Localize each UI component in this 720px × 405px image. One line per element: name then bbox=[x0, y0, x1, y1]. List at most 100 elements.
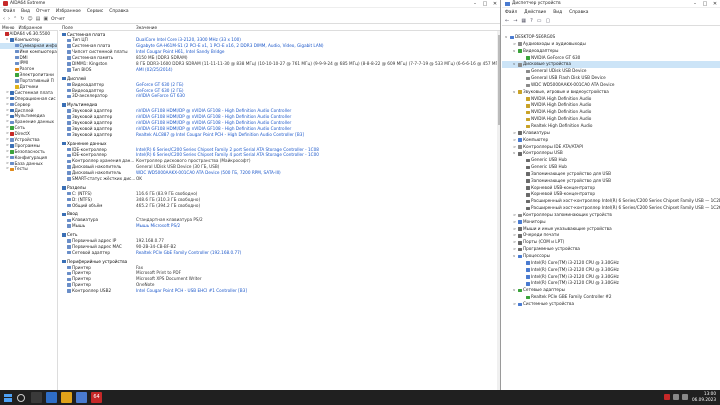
expand-chevron-icon[interactable]: v bbox=[513, 253, 515, 260]
devmgr-titlebar[interactable]: Диспетчер устройств – □ ✕ bbox=[502, 0, 720, 8]
field-value[interactable]: Intel Cougar Point PCH - USB EHCI #1 Con… bbox=[136, 288, 247, 294]
scan-icon[interactable]: ▭ bbox=[537, 18, 542, 24]
device-tree-item[interactable]: Intel(R) Core(TM) i3-2120 CPU @ 3.30GHz bbox=[502, 280, 720, 287]
devmgr-maximize-button[interactable]: □ bbox=[700, 0, 710, 8]
expand-chevron-icon[interactable]: > bbox=[513, 246, 516, 253]
devmgr-menu-help[interactable]: Справка bbox=[569, 10, 588, 15]
expand-chevron-icon[interactable]: v bbox=[513, 150, 515, 157]
expand-chevron-icon[interactable]: v bbox=[505, 34, 507, 41]
task-view-icon[interactable] bbox=[31, 392, 42, 403]
device-tree-item[interactable]: NVIDIA High Definition Audio bbox=[502, 96, 720, 103]
device-tree-item[interactable]: > Системные устройства bbox=[502, 301, 720, 308]
devmgr-minimize-button[interactable]: – bbox=[690, 0, 700, 8]
tray-aida-icon[interactable] bbox=[664, 394, 670, 400]
expand-chevron-icon[interactable]: > bbox=[513, 130, 516, 137]
user-icon[interactable]: ☺ bbox=[27, 15, 32, 24]
device-tree-item[interactable]: > Мыши и иные указывающие устройства bbox=[502, 226, 720, 233]
table-row[interactable]: Звуковой адаптер Realtek ALC887 @ Intel C… bbox=[59, 132, 500, 138]
device-tree-item[interactable]: Intel(R) Core(TM) i3-2120 CPU @ 3.30GHz bbox=[502, 267, 720, 274]
up-icon[interactable]: ⌃ bbox=[13, 15, 17, 24]
device-tree-item[interactable]: v Видеоадаптеры bbox=[502, 48, 720, 55]
device-tree-item[interactable]: v Контроллеры USB bbox=[502, 150, 720, 157]
report-icon[interactable]: ▣ bbox=[43, 15, 48, 24]
refresh-icon[interactable]: ↻ bbox=[20, 15, 24, 24]
back-icon[interactable]: ‹ bbox=[3, 15, 5, 24]
devmgr-menu-action[interactable]: Действие bbox=[524, 10, 546, 15]
device-tree-item[interactable]: v Процессоры bbox=[502, 253, 720, 260]
table-row[interactable]: SMART-статус жёстких дис... OK bbox=[59, 176, 500, 182]
network-icon[interactable] bbox=[673, 394, 679, 400]
device-tree-item[interactable]: NVIDIA GeForce GT 630 bbox=[502, 55, 720, 62]
chart-icon[interactable]: ▤ bbox=[36, 15, 41, 24]
expand-chevron-icon[interactable]: v bbox=[513, 61, 515, 68]
menu-help[interactable]: Справка bbox=[109, 8, 128, 15]
device-tree-item[interactable]: NVIDIA High Definition Audio bbox=[502, 102, 720, 109]
report-button[interactable]: Отчет bbox=[51, 15, 65, 24]
device-tree-item[interactable]: Запоминающее устройство для USB bbox=[502, 171, 720, 178]
table-row[interactable]: Сетевой адаптер Realtek PCIe GbE Family C… bbox=[59, 250, 500, 256]
device-tree-item[interactable]: Корневой USB-концентратор bbox=[502, 185, 720, 192]
device-tree-item[interactable]: Расширенный хост-контроллер Intel(R) 6 S… bbox=[502, 198, 720, 205]
device-tree-item[interactable]: > Контроллеры запоминающих устройств bbox=[502, 212, 720, 219]
expand-chevron-icon[interactable]: > bbox=[513, 144, 516, 151]
expand-chevron-icon[interactable]: > bbox=[513, 239, 516, 246]
edge-icon[interactable] bbox=[46, 392, 57, 403]
table-row[interactable]: 3D-акселератор nVIDIA GeForce GT 630 bbox=[59, 93, 500, 99]
device-tree-item[interactable]: Realtek High Definition Audio bbox=[502, 123, 720, 130]
device-tree-item[interactable]: NVIDIA High Definition Audio bbox=[502, 109, 720, 116]
field-value[interactable]: Realtek PCIe GbE Family Controller (192.… bbox=[136, 250, 241, 256]
help-icon[interactable]: ? bbox=[530, 18, 533, 24]
devmgr-menu-view[interactable]: Вид bbox=[553, 10, 562, 15]
search-icon[interactable] bbox=[17, 393, 25, 402]
forward-icon[interactable]: → bbox=[513, 18, 517, 24]
expand-chevron-icon[interactable]: > bbox=[513, 137, 516, 144]
device-tree-item[interactable]: > Аудиовходы и аудиовыходы bbox=[502, 41, 720, 48]
device-tree-item[interactable]: > Компьютер bbox=[502, 137, 720, 144]
device-tree-item[interactable]: v Сетевые адаптеры bbox=[502, 287, 720, 294]
device-tree-item[interactable]: Intel(R) Core(TM) i3-2120 CPU @ 3.30GHz bbox=[502, 274, 720, 281]
field-value[interactable]: AMI (02/25/2014) bbox=[136, 67, 172, 73]
back-icon[interactable]: ← bbox=[505, 18, 509, 24]
clock[interactable]: 13:00 06.09.2023 bbox=[692, 391, 716, 403]
device-tree-item[interactable]: > Программные устройства bbox=[502, 246, 720, 253]
tab-favorites[interactable]: Избранное bbox=[18, 25, 42, 30]
aida64-taskbar-icon[interactable]: 64 bbox=[91, 392, 102, 403]
explorer-icon[interactable] bbox=[61, 392, 72, 403]
device-tree-item[interactable]: v Дисковые устройства bbox=[502, 61, 720, 69]
device-tree-item[interactable]: > Порты (COM и LPT) bbox=[502, 239, 720, 246]
scroll-thumb[interactable] bbox=[497, 35, 500, 125]
expand-chevron-icon[interactable]: > bbox=[513, 41, 516, 48]
tab-menu[interactable]: Меню bbox=[2, 25, 14, 30]
maximize-button[interactable]: □ bbox=[480, 0, 490, 8]
device-tree-item[interactable]: General UDisk USB Device bbox=[502, 68, 720, 75]
expand-chevron-icon[interactable]: v bbox=[513, 48, 515, 55]
device-tree-item[interactable]: > Клавиатуры bbox=[502, 130, 720, 137]
expand-chevron-icon[interactable]: > bbox=[513, 226, 516, 233]
device-tree-item[interactable]: > Очереди печати bbox=[502, 232, 720, 239]
expand-chevron-icon[interactable]: v bbox=[6, 37, 9, 43]
device-tree-item[interactable]: v Звуковые, игровые и видеоустройства bbox=[502, 89, 720, 96]
expand-chevron-icon[interactable]: v bbox=[513, 89, 515, 96]
minimize-button[interactable]: – bbox=[470, 0, 480, 8]
table-row[interactable]: Контроллер USB2 Intel Cougar Point PCH - … bbox=[59, 288, 500, 294]
field-value[interactable]: nVIDIA GeForce GT 630 bbox=[136, 93, 185, 99]
close-button[interactable]: ✕ bbox=[490, 0, 500, 8]
expand-chevron-icon[interactable]: > bbox=[513, 212, 516, 219]
vertical-scrollbar[interactable] bbox=[497, 31, 500, 390]
devmgr-menu-file[interactable]: Файл bbox=[505, 10, 517, 15]
device-tree-item[interactable]: > Контроллеры IDE ATA/ATAPI bbox=[502, 144, 720, 151]
device-tree-item[interactable]: Realtek PCIe GBE Family Controller #2 bbox=[502, 294, 720, 301]
nav-item[interactable]: > Тесты bbox=[0, 166, 57, 172]
col-value[interactable]: Значение bbox=[136, 25, 157, 30]
store-icon[interactable] bbox=[76, 392, 87, 403]
field-value[interactable]: Realtek ALC887 @ Intel Cougar Point PCH … bbox=[136, 132, 304, 138]
device-tree-item[interactable]: Intel(R) Core(TM) i3-2120 CPU @ 3.30GHz bbox=[502, 260, 720, 267]
start-button[interactable] bbox=[4, 393, 12, 402]
monitor-icon[interactable]: ▢ bbox=[546, 18, 551, 24]
forward-icon[interactable]: › bbox=[8, 15, 10, 24]
volume-icon[interactable] bbox=[682, 394, 688, 400]
table-row[interactable]: Общий объём 465.2 ГБ (394.2 ГБ свободно) bbox=[59, 203, 500, 209]
device-tree-item[interactable]: NVIDIA High Definition Audio bbox=[502, 116, 720, 123]
col-field[interactable]: Поле bbox=[62, 25, 73, 30]
expand-chevron-icon[interactable]: > bbox=[513, 232, 516, 239]
